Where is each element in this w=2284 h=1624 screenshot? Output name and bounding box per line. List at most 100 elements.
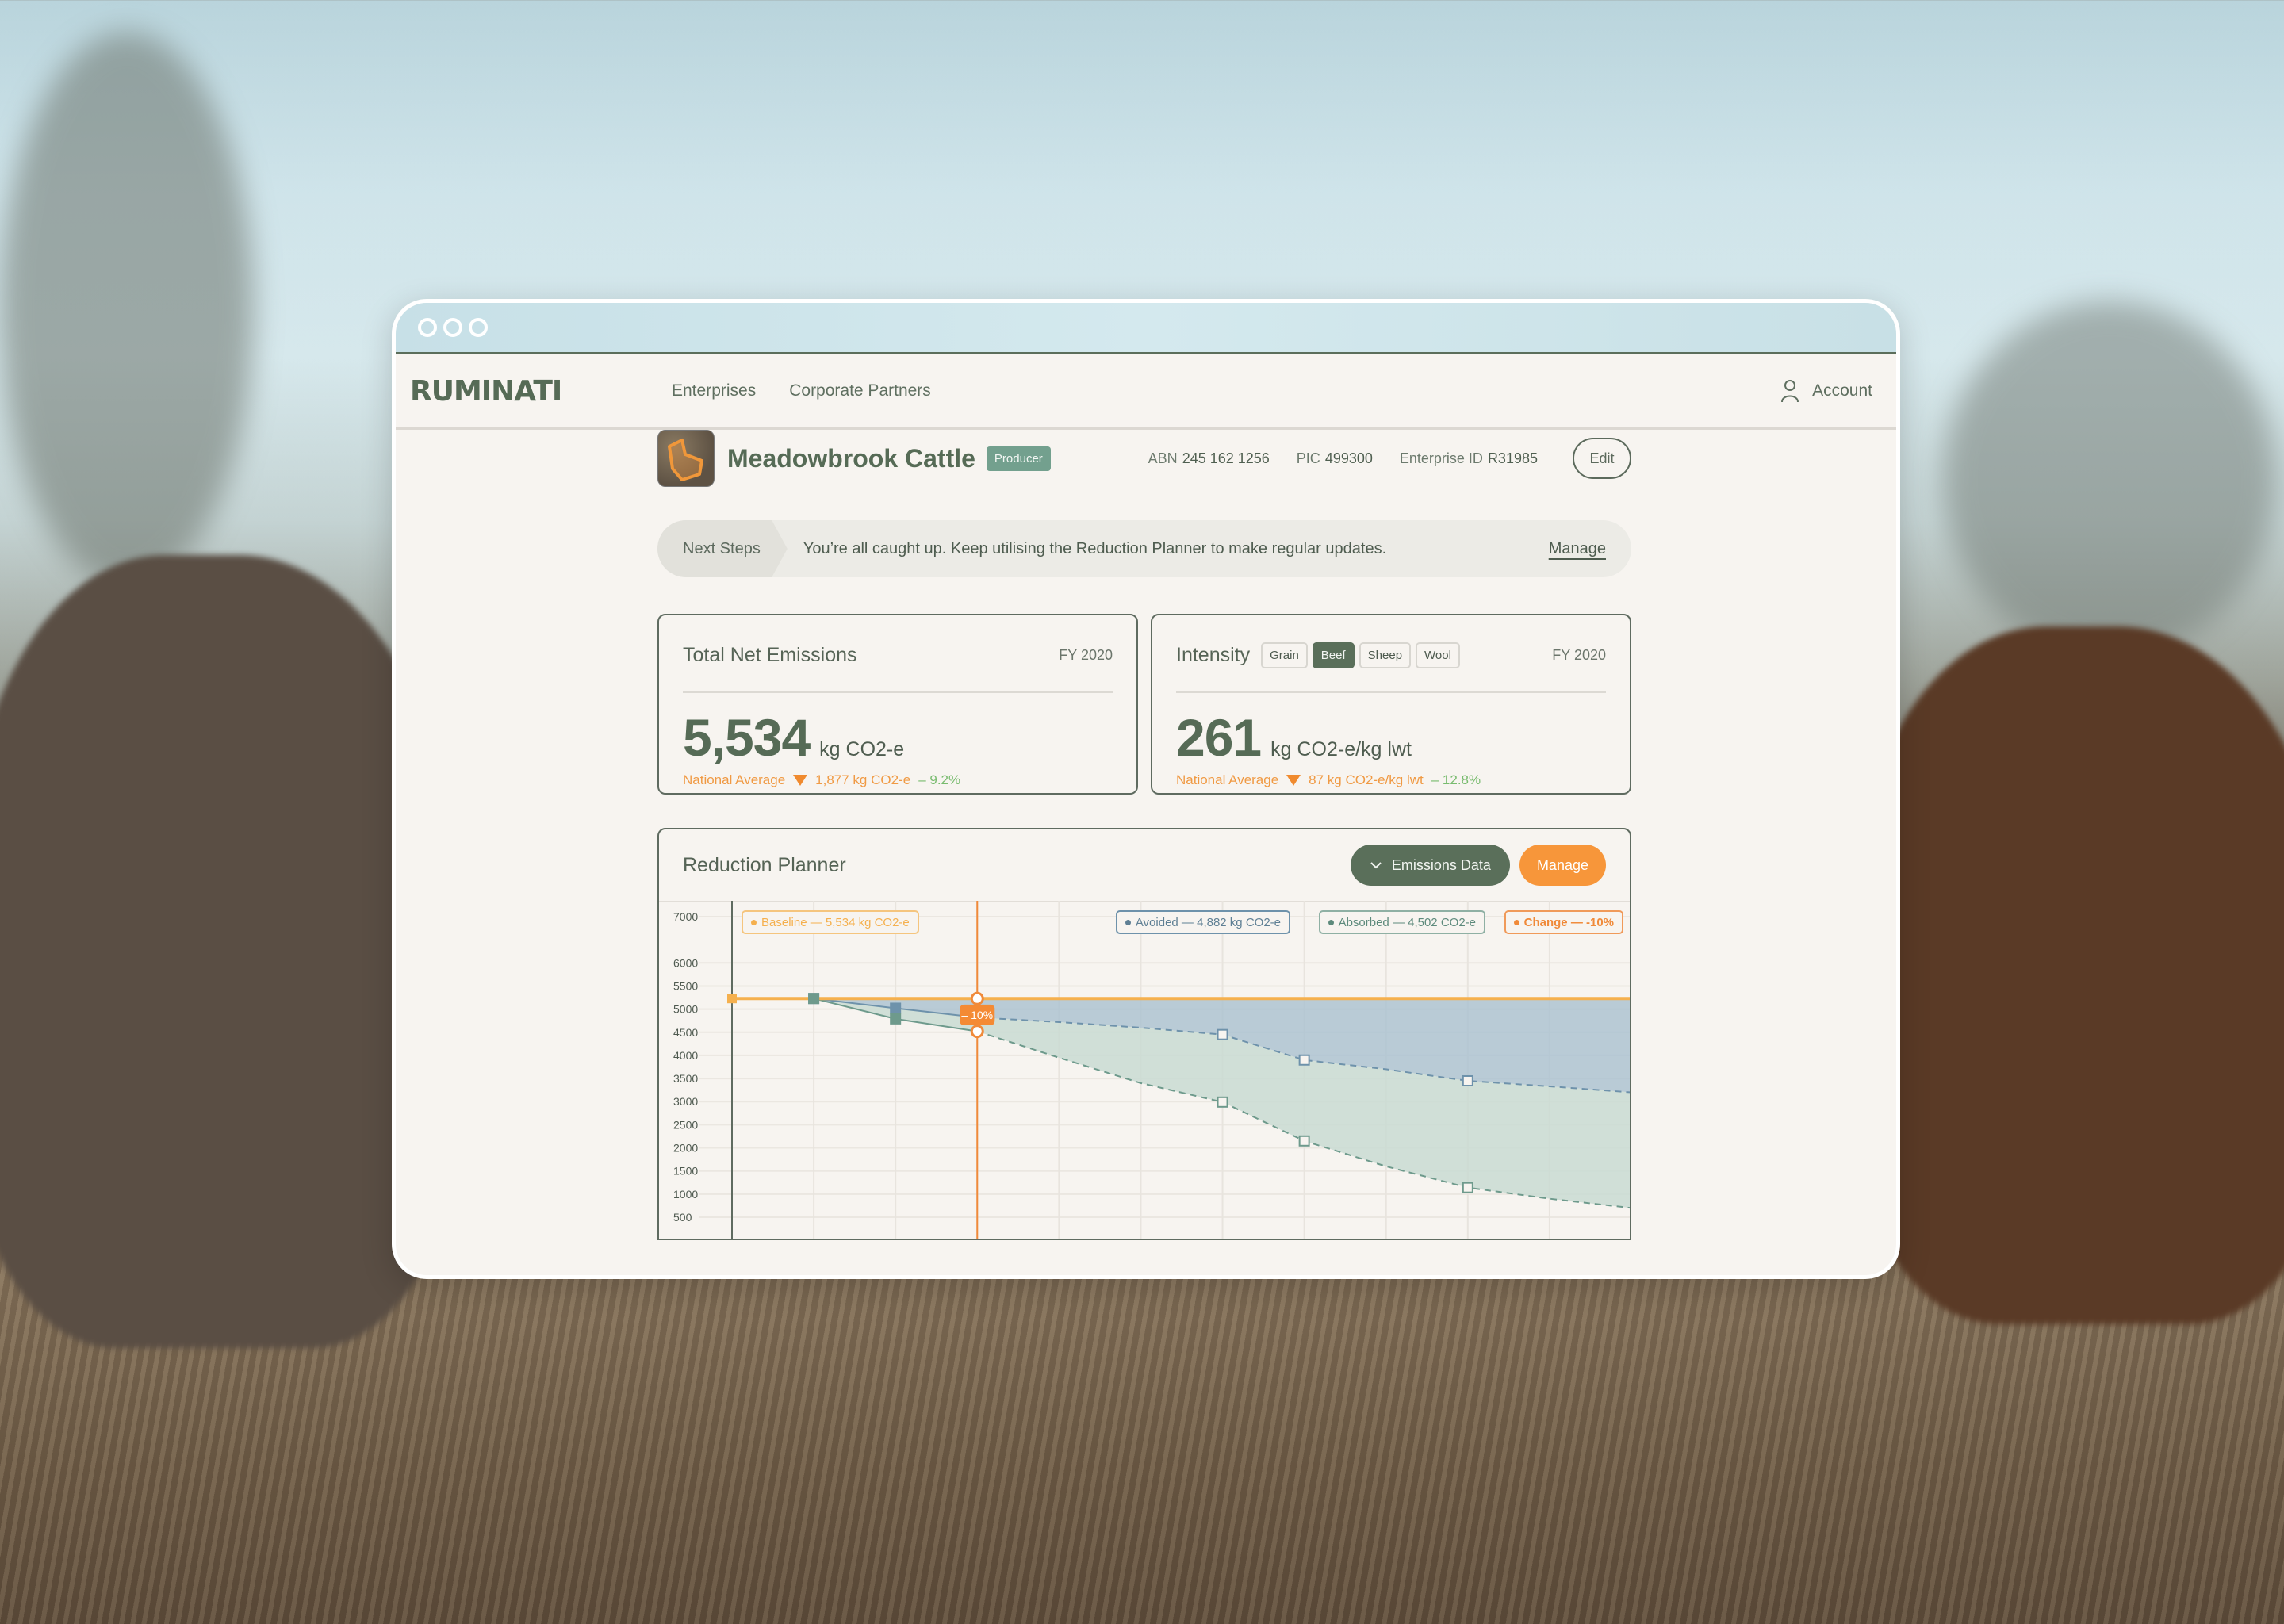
y-tick-label: 7000	[673, 910, 698, 923]
window-maximize-button[interactable]	[469, 318, 488, 337]
next-steps-banner: Next Steps You’re all caught up. Keep ut…	[657, 520, 1631, 577]
reduction-chart[interactable]: 7000 6000 5500 5000 4500 4000 3500 3000 2500 2000…	[659, 901, 1631, 1240]
baseline-marker	[727, 994, 737, 1004]
nav-link-corporate-partners[interactable]: Corporate Partners	[789, 381, 931, 400]
absorbed-marker	[1462, 1182, 1473, 1193]
chevron-down-icon	[1370, 862, 1382, 869]
window-close-button[interactable]	[418, 318, 437, 337]
enterprise-name: Meadowbrook Cattle	[727, 443, 975, 473]
pic-label: PIC	[1296, 450, 1320, 466]
enterprise-id-field: Enterprise ID R31985	[1400, 450, 1538, 467]
y-tick-label: 500	[673, 1211, 692, 1224]
background-tree	[1943, 301, 2276, 658]
browser-window: RUMINATI Enterprises Corporate Partners …	[392, 299, 1900, 1279]
background-tree	[0, 32, 254, 587]
intensity-unit: kg CO2-e/kg lwt	[1270, 738, 1412, 760]
intensity-value: 261	[1176, 708, 1262, 767]
y-tick-label: 5500	[673, 979, 698, 992]
legend-text: Baseline — 5,534 kg CO2-e	[761, 915, 910, 929]
tab-grain[interactable]: Grain	[1261, 642, 1308, 668]
y-tick-label: 5000	[673, 1003, 698, 1016]
y-tick-label: 3500	[673, 1072, 698, 1085]
legend-dot-icon	[751, 919, 757, 925]
absorbed-handle	[970, 1025, 984, 1039]
avoided-marker	[1217, 1028, 1228, 1040]
absorbed-marker	[1217, 1096, 1228, 1108]
y-tick-label: 6000	[673, 956, 698, 969]
enterprise-map-thumbnail[interactable]	[657, 430, 715, 487]
enterprise-id-label: Enterprise ID	[1399, 450, 1483, 466]
account-label: Account	[1812, 381, 1872, 400]
tab-sheep[interactable]: Sheep	[1359, 642, 1412, 668]
legend-text: Change — -10%	[1523, 915, 1614, 929]
pic-field: PIC 499300	[1297, 450, 1373, 467]
national-average-row: National Average 1,877 kg CO2-e – 9.2%	[683, 772, 1113, 788]
emissions-data-dropdown[interactable]: Emissions Data	[1350, 845, 1510, 886]
account-button[interactable]: Account	[1780, 379, 1872, 403]
card-title: Intensity	[1176, 643, 1251, 666]
tab-wool[interactable]: Wool	[1416, 642, 1460, 668]
avoided-marker	[890, 1002, 902, 1014]
summary-cards: Total Net Emissions FY 2020 5,534 kg CO2…	[657, 614, 1631, 795]
avoided-marker	[1462, 1074, 1473, 1086]
edit-button[interactable]: Edit	[1573, 438, 1631, 479]
legend-change: Change — -10%	[1504, 910, 1623, 934]
national-average-value: 1,877 kg CO2-e	[815, 772, 911, 787]
abn-field: ABN 245 162 1256	[1148, 450, 1270, 467]
reduction-planner-title: Reduction Planner	[683, 853, 846, 876]
enterprise-meta: ABN 245 162 1256 PIC 499300 Enterprise ID R…	[1148, 450, 1538, 467]
legend-dot-icon	[1513, 919, 1519, 925]
tab-beef[interactable]: Beef	[1312, 642, 1355, 668]
background-cow	[0, 555, 460, 1348]
national-average-label: National Average	[1176, 772, 1279, 787]
national-average-label: National Average	[683, 772, 786, 787]
national-average-row: National Average 87 kg CO2-e/kg lwt – 12…	[1176, 772, 1606, 788]
nav-link-enterprises[interactable]: Enterprises	[672, 381, 756, 400]
y-tick-label: 1500	[673, 1165, 698, 1178]
planner-manage-button[interactable]: Manage	[1519, 845, 1606, 886]
triangle-down-icon	[793, 775, 808, 786]
legend-text: Avoided — 4,882 kg CO2-e	[1135, 915, 1281, 929]
change-percent: – 12.8%	[1431, 772, 1481, 787]
legend-absorbed: Absorbed — 4,502 CO2-e	[1318, 910, 1485, 934]
abn-label: ABN	[1148, 450, 1178, 466]
y-tick-label: 3000	[673, 1095, 698, 1108]
y-tick-label: 4000	[673, 1049, 698, 1062]
emissions-unit: kg CO2-e	[819, 738, 905, 760]
y-tick-label: 2000	[673, 1142, 698, 1155]
legend-text: Absorbed — 4,502 CO2-e	[1338, 915, 1476, 929]
intensity-type-tabs: Grain Beef Sheep Wool	[1261, 642, 1460, 668]
card-title: Total Net Emissions	[683, 643, 857, 666]
baseline-handle	[970, 991, 984, 1005]
ruminati-logo[interactable]: RUMINATI	[410, 375, 672, 408]
fiscal-year-label: FY 2020	[1059, 646, 1113, 663]
main-content: Meadowbrook Cattle Producer ABN 245 162 1…	[657, 430, 1631, 1240]
enterprise-id-value: R31985	[1487, 450, 1538, 466]
enterprise-header: Meadowbrook Cattle Producer ABN 245 162 1…	[657, 430, 1631, 487]
change-percent: – 9.2%	[918, 772, 961, 787]
triangle-down-icon	[1286, 775, 1301, 786]
national-average-value: 87 kg CO2-e/kg lwt	[1309, 772, 1424, 787]
next-steps-label: Next Steps	[657, 520, 788, 577]
y-tick-label: 2500	[673, 1118, 698, 1131]
change-label: – 10%	[961, 1009, 993, 1021]
absorbed-marker	[890, 1013, 902, 1025]
next-steps-manage-link[interactable]: Manage	[1549, 540, 1606, 558]
fiscal-year-label: FY 2020	[1552, 646, 1606, 663]
reduction-planner-panel: Reduction Planner Emissions Data Manage …	[657, 828, 1631, 1240]
emissions-data-label: Emissions Data	[1391, 856, 1491, 873]
top-navigation: RUMINATI Enterprises Corporate Partners …	[396, 354, 1896, 430]
emissions-value: 5,534	[683, 708, 811, 767]
legend-baseline: Baseline — 5,534 kg CO2-e	[742, 910, 919, 934]
producer-badge: Producer	[986, 446, 1051, 471]
y-tick-label: 1000	[673, 1188, 698, 1201]
user-icon	[1781, 380, 1799, 403]
y-tick-label: 4500	[673, 1026, 698, 1039]
legend-dot-icon	[1125, 919, 1131, 925]
legend-avoided: Avoided — 4,882 kg CO2-e	[1115, 910, 1290, 934]
intensity-card: Intensity Grain Beef Sheep Wool FY 2020 …	[1151, 614, 1631, 795]
total-net-emissions-card: Total Net Emissions FY 2020 5,534 kg CO2…	[657, 614, 1138, 795]
window-minimize-button[interactable]	[443, 318, 462, 337]
window-titlebar	[396, 303, 1896, 354]
property-boundary-icon	[668, 439, 703, 481]
